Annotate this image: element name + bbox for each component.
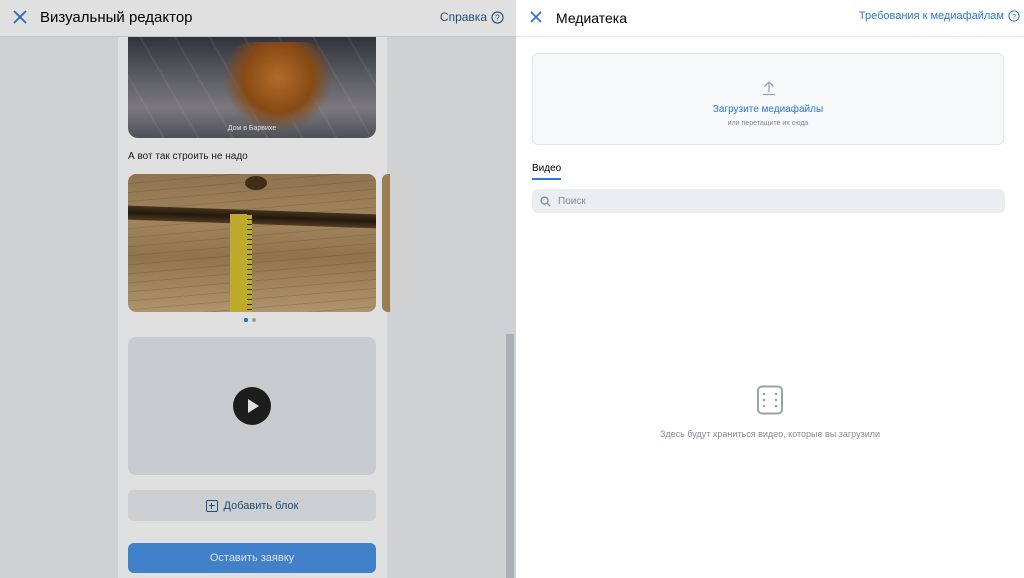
upload-dropzone[interactable]: Загрузите медиафайлы или перетащите их с… [532, 53, 1004, 145]
visual-editor: Визуальный редактор Справка ? Дом в Барв… [0, 0, 516, 578]
media-header: Медиатека Требования к медиафайлам ? [516, 0, 1024, 37]
svg-text:?: ? [1012, 12, 1016, 21]
empty-state-text: Здесь будут храниться видео, которые вы … [659, 429, 881, 439]
empty-state: Здесь будут храниться видео, которые вы … [516, 385, 1024, 439]
upload-icon [763, 81, 775, 96]
requirements-label: Требования к медиафайлам [858, 10, 1004, 22]
media-library-panel: Медиатека Требования к медиафайлам ? Заг… [516, 0, 1024, 578]
upload-label[interactable]: Загрузите медиафайлы [533, 104, 1003, 115]
media-title: Медиатека [556, 10, 628, 26]
media-requirements-link[interactable]: Требования к медиафайлам ? [859, 10, 1020, 22]
modal-overlay[interactable] [0, 0, 516, 578]
search-input[interactable] [556, 194, 990, 208]
film-icon [757, 385, 783, 415]
search-bar[interactable] [532, 189, 1005, 213]
upload-hint: или перетащите их сюда [727, 120, 809, 127]
search-icon [540, 195, 551, 207]
question-icon: ? [1008, 10, 1020, 22]
close-icon[interactable] [528, 9, 544, 25]
tab-video[interactable]: Видео [532, 163, 562, 180]
